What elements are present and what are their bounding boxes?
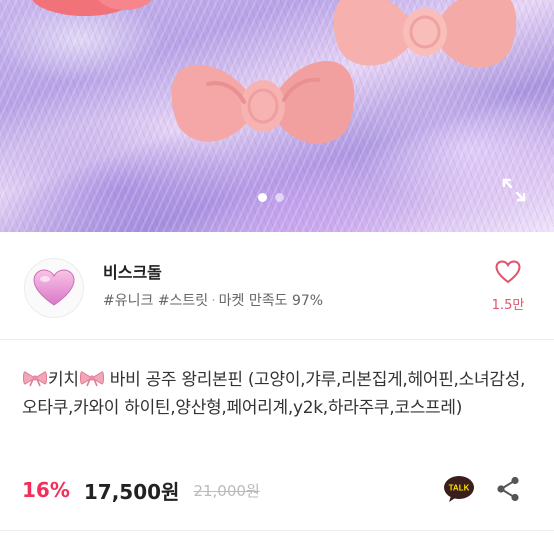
expand-icon[interactable] bbox=[500, 176, 528, 204]
like-button[interactable]: 1.5만 bbox=[486, 260, 530, 313]
shop-name[interactable]: 비스크돌 bbox=[103, 259, 162, 283]
kakao-talk-icon[interactable]: TALK bbox=[443, 475, 475, 503]
original-price: 21,000원 bbox=[193, 481, 260, 500]
price-row: 16% 17,500원 21,000원 bbox=[22, 474, 260, 506]
like-count: 1.5만 bbox=[491, 298, 525, 313]
ribbon-icon bbox=[23, 371, 47, 387]
heart-icon bbox=[33, 269, 75, 306]
heart-outline-icon bbox=[495, 260, 521, 284]
product-image-carousel[interactable] bbox=[0, 0, 554, 232]
shop-meta: #유니크 #스트릿 · 마켓 만족도 97% bbox=[103, 290, 323, 310]
carousel-indicator bbox=[258, 193, 284, 202]
meta-separator: · bbox=[211, 293, 216, 309]
bow-hairpin-top-right bbox=[333, 0, 517, 68]
discount-rate: 16% bbox=[22, 478, 70, 502]
shop-tags: #유니크 #스트릿 bbox=[103, 293, 209, 309]
share-icon[interactable] bbox=[496, 476, 520, 502]
shop-avatar[interactable] bbox=[24, 258, 84, 318]
carousel-dot-active[interactable] bbox=[258, 193, 267, 202]
shop-info-row[interactable]: 비스크돌 #유니크 #스트릿 · 마켓 만족도 97% 1.5만 bbox=[0, 232, 554, 340]
bow-hairpin-top-left bbox=[32, 0, 152, 16]
product-title-part1: 키치 bbox=[48, 370, 79, 390]
product-title: 키치 바비 공주 왕리본핀 (고양이,갸루,리본집게,헤어핀,소녀감성,오타쿠,… bbox=[22, 366, 536, 422]
divider bbox=[0, 530, 554, 531]
talk-label: TALK bbox=[449, 484, 470, 493]
carousel-dot[interactable] bbox=[275, 193, 284, 202]
sale-price: 17,500원 bbox=[83, 479, 180, 504]
ribbon-icon bbox=[79, 371, 104, 387]
shop-rating: 마켓 만족도 97% bbox=[218, 293, 324, 309]
